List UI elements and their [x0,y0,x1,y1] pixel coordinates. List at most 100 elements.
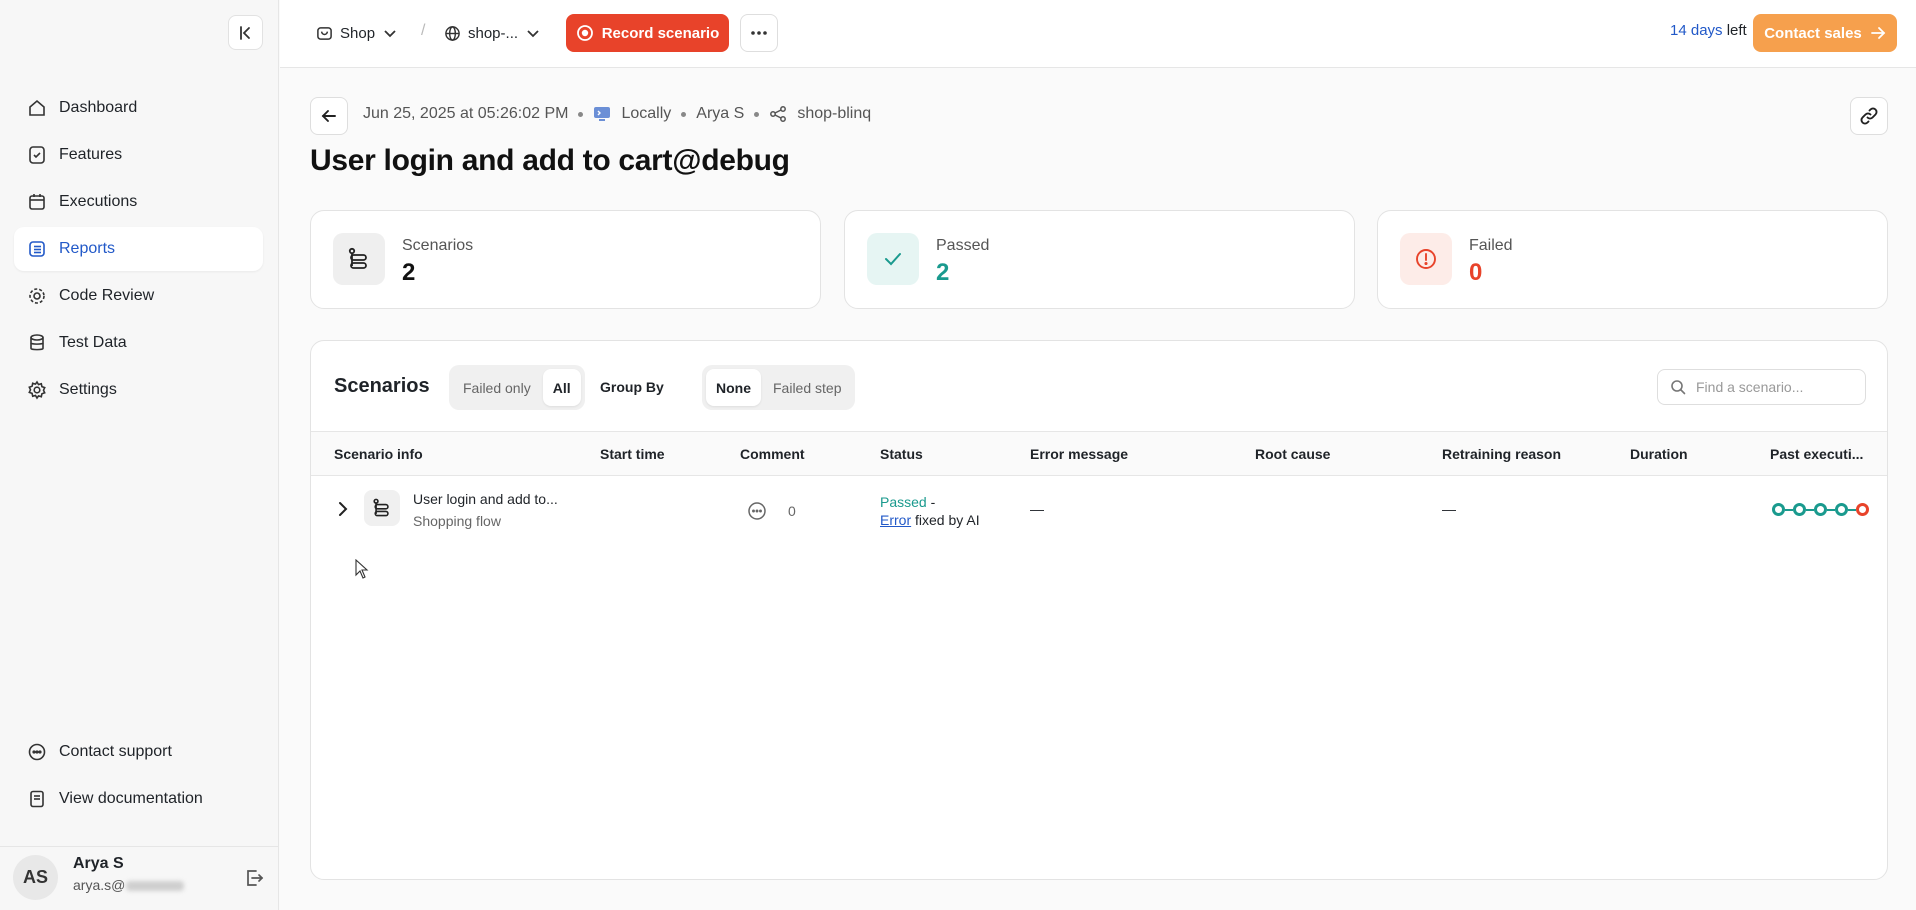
chat-icon [28,743,46,761]
execution-location: Locally [621,105,672,122]
group-failed-step[interactable]: Failed step [763,369,851,406]
sidebar-item-test-data[interactable]: Test Data [14,321,263,365]
stat-card-passed: Passed 2 [844,210,1355,309]
past-execution-passed[interactable] [1772,503,1785,516]
record-scenario-label: Record scenario [601,24,720,42]
doc-icon [30,790,44,808]
report-meta: Jun 25, 2025 at 05:26:02 PM Locally Arya… [363,105,871,123]
status-separator: - [926,494,936,510]
sidebar-item-label: Contact support [59,743,172,760]
user-name: Arya S [73,855,124,872]
stat-value: 2 [402,259,416,286]
execution-author: Arya S [696,105,745,122]
scenario-name[interactable]: User login and add to... [413,491,558,507]
trial-suffix: left [1722,22,1747,39]
user-email-prefix: arya.s@ [73,877,126,893]
page-title: User login and add to cart@debug [310,144,790,177]
group-by-toggle: None Failed step [702,365,856,410]
arrow-right-icon [1870,27,1886,39]
comment-icon[interactable] [747,501,767,521]
collapse-icon [239,25,250,40]
more-options-button[interactable] [740,14,778,52]
column-start-time[interactable]: Start time [600,446,665,462]
execution-branch: shop-blinq [797,105,872,122]
expand-chevron-icon[interactable] [336,501,350,517]
globe-icon [445,25,460,41]
meta-separator [681,111,687,117]
past-execution-passed[interactable] [1835,503,1848,516]
feature-icon [29,146,45,164]
status-filter: Failed only All [449,365,585,410]
past-execution-passed[interactable] [1793,503,1806,516]
sidebar-item-label: Executions [59,193,138,210]
sidebar-item-label: Settings [59,381,117,398]
database-icon [30,334,44,351]
stat-card-scenarios: Scenarios 2 [310,210,821,309]
search-input[interactable] [1696,379,1846,395]
sidebar-item-label: Features [59,146,123,163]
sidebar-item-contact-support[interactable]: Contact support [14,730,263,774]
copy-link-button[interactable] [1850,97,1888,135]
sidebar-item-settings[interactable]: Settings [14,368,263,412]
sidebar-item-label: Dashboard [59,99,138,116]
sidebar-item-executions[interactable]: Executions [14,180,263,224]
sidebar-item-view-documentation[interactable]: View documentation [14,777,263,821]
comment-count: 0 [788,503,796,519]
branch-icon [770,106,787,122]
column-retraining-reason[interactable]: Retraining reason [1442,446,1561,462]
past-execution-connector [1848,508,1856,511]
avatar[interactable]: AS [13,855,58,900]
stat-value: 0 [1469,259,1483,286]
logout-icon[interactable] [243,867,265,889]
sidebar-item-dashboard[interactable]: Dashboard [14,86,263,130]
sidebar-item-reports[interactable]: Reports [14,227,263,271]
column-root-cause[interactable]: Root cause [1255,446,1330,462]
sidebar-item-label: Reports [59,240,116,257]
sidebar: Dashboard Features Executions Reports Co… [0,0,279,910]
contact-sales-button[interactable]: Contact sales [1753,14,1897,52]
home-icon [29,99,45,116]
past-execution-failed[interactable] [1856,503,1869,516]
calendar-icon [29,194,45,210]
status-error-link[interactable]: Error [880,512,911,528]
filter-all[interactable]: All [542,369,581,406]
environment-selector[interactable]: shop-... [444,14,541,52]
topbar: Shop / shop-... Record scenario 14 days … [280,0,1916,68]
past-execution-connector [1806,508,1814,511]
user-profile: AS Arya S arya.s@ [0,846,279,910]
more-icon [751,31,767,35]
column-past-executions[interactable]: Past executi... [1770,446,1863,462]
stat-icon-box [333,233,385,285]
list-icon [29,241,45,257]
stat-label: Scenarios [402,237,474,254]
table-header: Scenario info Start time Comment Status … [311,431,1887,476]
column-error-message[interactable]: Error message [1030,446,1128,462]
sidebar-item-features[interactable]: Features [14,133,263,177]
stat-card-failed: Failed 0 [1377,210,1888,309]
chevron-down-icon [527,30,539,38]
retraining-reason: — [1442,501,1456,517]
check-icon [885,253,901,266]
environment-name: shop-... [468,24,519,42]
sidebar-item-label: View documentation [59,790,203,807]
group-none[interactable]: None [706,369,761,406]
record-icon [576,25,593,41]
past-execution-connector [1785,508,1793,511]
column-comment[interactable]: Comment [740,446,805,462]
sidebar-item-code-review[interactable]: Code Review [14,274,263,318]
column-duration[interactable]: Duration [1630,446,1688,462]
filter-failed-only[interactable]: Failed only [453,369,541,406]
past-execution-passed[interactable] [1814,503,1827,516]
table-row[interactable]: User login and add to... Shopping flow 0… [311,476,1887,544]
back-button[interactable] [310,97,348,135]
stat-label: Failed [1469,237,1513,254]
project-selector[interactable]: Shop [316,14,398,52]
collapse-sidebar-button[interactable] [228,15,263,50]
status-fixed-by-ai: fixed by AI [911,512,980,528]
column-scenario-info[interactable]: Scenario info [334,446,423,462]
gear-icon [29,288,45,304]
scenarios-icon [348,247,367,269]
record-scenario-button[interactable]: Record scenario [566,14,729,52]
scenario-feature: Shopping flow [413,513,501,529]
column-status[interactable]: Status [880,446,923,462]
